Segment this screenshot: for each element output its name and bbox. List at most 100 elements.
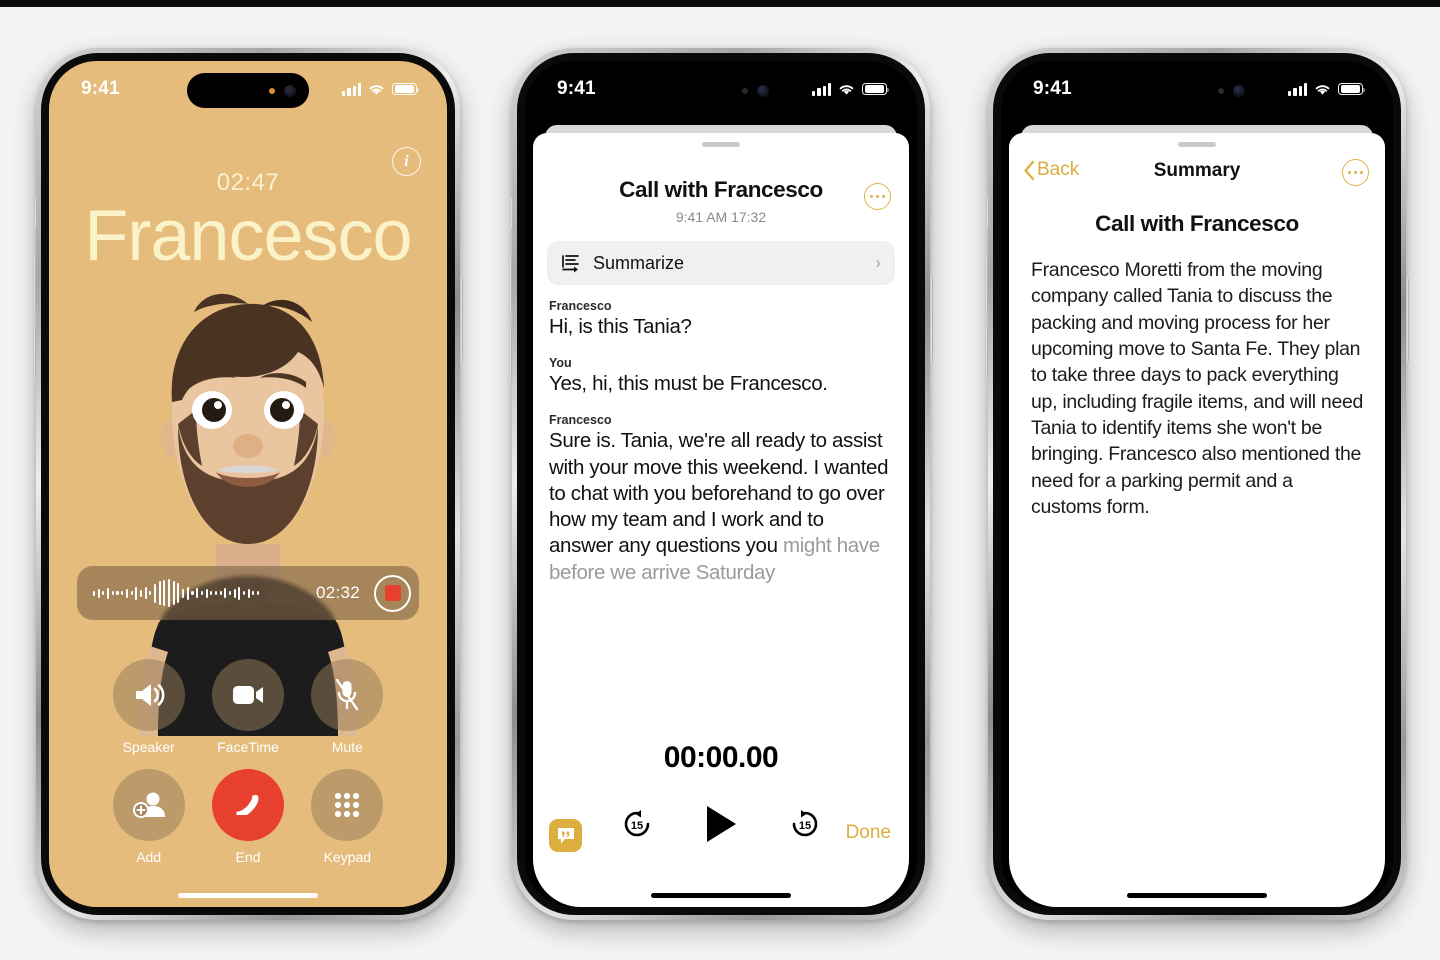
dynamic-island [187, 73, 309, 108]
speaker-label: You [549, 356, 572, 371]
phone-call-screen: 9:41 i 02:47 Francesco 02:32 Speaker Fac… [33, 48, 463, 920]
speaker-label: Speaker [122, 739, 175, 755]
speaker-button[interactable]: Speaker [99, 659, 198, 755]
facetime-button[interactable]: FaceTime [198, 659, 297, 755]
privacy-indicator-icon [269, 87, 275, 94]
presentation-stage: 9:41 i 02:47 Francesco 02:32 Speaker Fac… [0, 7, 1440, 960]
transcript-text: Sure is. Tania, we're all ready to assis… [549, 428, 893, 585]
status-icons [342, 82, 420, 96]
info-icon[interactable]: i [392, 147, 421, 176]
side-button[interactable] [1406, 278, 1409, 362]
stop-record-icon[interactable] [374, 574, 411, 612]
wifi-icon [369, 84, 384, 95]
phone2-screen: 9:41 Call with Francesco 9:41 AM 17:32 S… [525, 61, 917, 907]
cellular-bars-icon [812, 82, 831, 96]
privacy-indicator-icon [1218, 87, 1224, 94]
page-title: Call with Francesco [619, 177, 823, 202]
add-call-button[interactable]: Add [99, 769, 198, 865]
status-time: 9:41 [1033, 78, 1072, 99]
privacy-indicator-icon [742, 87, 748, 94]
add-person-icon [112, 769, 185, 841]
transcript-text: Yes, hi, this must be Francesco. [549, 372, 828, 396]
home-indicator[interactable] [178, 892, 318, 898]
audio-waveform-icon [93, 578, 306, 608]
nav-title: Summary [1153, 160, 1241, 181]
volume-down-button[interactable] [985, 326, 988, 380]
summarize-icon [562, 255, 579, 273]
summary-sheet: Back Summary Call with Francesco Frances… [1009, 133, 1385, 907]
dynamic-island [1136, 73, 1258, 108]
end-label: End [235, 849, 261, 865]
status-time: 9:41 [557, 78, 596, 99]
summary-body: Francesco Moretti from the moving compan… [1031, 259, 1364, 518]
call-controls-grid: Speaker FaceTime Mute Add End Keypad [49, 659, 447, 865]
mute-button[interactable]: Mute [298, 659, 397, 755]
transcript-sheet: Call with Francesco 9:41 AM 17:32 Summar… [533, 133, 909, 907]
transcript-entry: You Yes, hi, this must be Francesco. [549, 356, 893, 397]
wifi-icon [839, 84, 854, 95]
end-call-icon [211, 769, 284, 841]
ellipsis-circle-icon[interactable] [1342, 159, 1369, 186]
volume-down-button[interactable] [33, 326, 36, 380]
summarize-label: Summarize [593, 252, 685, 273]
active-call-view: 9:41 i 02:47 Francesco 02:32 Speaker Fac… [49, 61, 447, 907]
transcript-entry: Francesco Sure is. Tania, we're all read… [549, 413, 893, 585]
call-timestamp: 9:41 AM 17:32 [675, 209, 767, 225]
volume-up-button[interactable] [509, 258, 512, 312]
add-label: Add [136, 849, 162, 865]
battery-icon [392, 82, 420, 96]
status-icons [812, 82, 890, 96]
quote-bubble-icon[interactable] [549, 819, 582, 852]
side-button[interactable] [460, 278, 463, 362]
phone1-screen: 9:41 i 02:47 Francesco 02:32 Speaker Fac… [49, 61, 447, 907]
volume-up-button[interactable] [985, 258, 988, 312]
recording-time: 02:32 [315, 583, 360, 602]
mic-off-icon [311, 659, 384, 731]
speaker-icon [112, 659, 185, 731]
done-button[interactable]: Done [846, 822, 891, 844]
summary-heading: Call with Francesco [1095, 211, 1299, 236]
phone-transcript-screen: 9:41 Call with Francesco 9:41 AM 17:32 S… [509, 48, 933, 920]
front-camera-icon [284, 84, 296, 97]
status-time: 9:41 [81, 78, 120, 99]
speaker-label: Francesco [549, 299, 612, 313]
home-indicator[interactable] [651, 892, 791, 898]
mute-label: Mute [331, 739, 363, 755]
top-black-strip [0, 0, 1440, 7]
speaker-label: Francesco [549, 413, 612, 428]
video-icon [211, 659, 284, 731]
sheet-grabber[interactable] [702, 142, 740, 147]
front-camera-icon [1233, 84, 1245, 97]
status-icons [1288, 82, 1366, 96]
phone-summary-screen: 9:41 Back Summary Call with Francesco Fr… [985, 48, 1409, 920]
mute-switch[interactable] [34, 198, 37, 228]
side-button[interactable] [930, 278, 933, 362]
facetime-label: FaceTime [217, 739, 279, 755]
phone3-screen: 9:41 Back Summary Call with Francesco Fr… [1001, 61, 1393, 907]
call-recording-bar[interactable]: 02:32 [77, 566, 419, 620]
battery-icon [862, 82, 890, 96]
mute-switch[interactable] [510, 198, 513, 228]
dynamic-island [660, 73, 782, 108]
caller-name: Francesco [84, 196, 412, 276]
cellular-bars-icon [1288, 82, 1307, 96]
ellipsis-circle-icon[interactable] [864, 183, 891, 210]
front-camera-icon [757, 84, 769, 97]
home-indicator[interactable] [1127, 892, 1267, 898]
sheet-bottom-bar: Done [533, 819, 909, 859]
cellular-bars-icon [342, 82, 361, 96]
wifi-icon [1315, 84, 1330, 95]
battery-icon [1338, 82, 1366, 96]
transcript-text: Hi, is this Tania? [549, 315, 692, 338]
mute-switch[interactable] [986, 198, 989, 228]
volume-up-button[interactable] [33, 258, 36, 312]
keypad-button[interactable]: Keypad [298, 769, 397, 865]
sheet-grabber[interactable] [1178, 142, 1216, 147]
volume-down-button[interactable] [509, 326, 512, 380]
transcript-list[interactable]: Francesco Hi, is this Tania? You Yes, hi… [549, 299, 893, 602]
end-call-button[interactable]: End [198, 769, 297, 865]
transcript-entry: Francesco Hi, is this Tania? [549, 299, 893, 340]
keypad-icon [311, 769, 384, 841]
summarize-button[interactable]: Summarize › [547, 241, 895, 285]
playback-time: 00:00.00 [663, 741, 779, 774]
